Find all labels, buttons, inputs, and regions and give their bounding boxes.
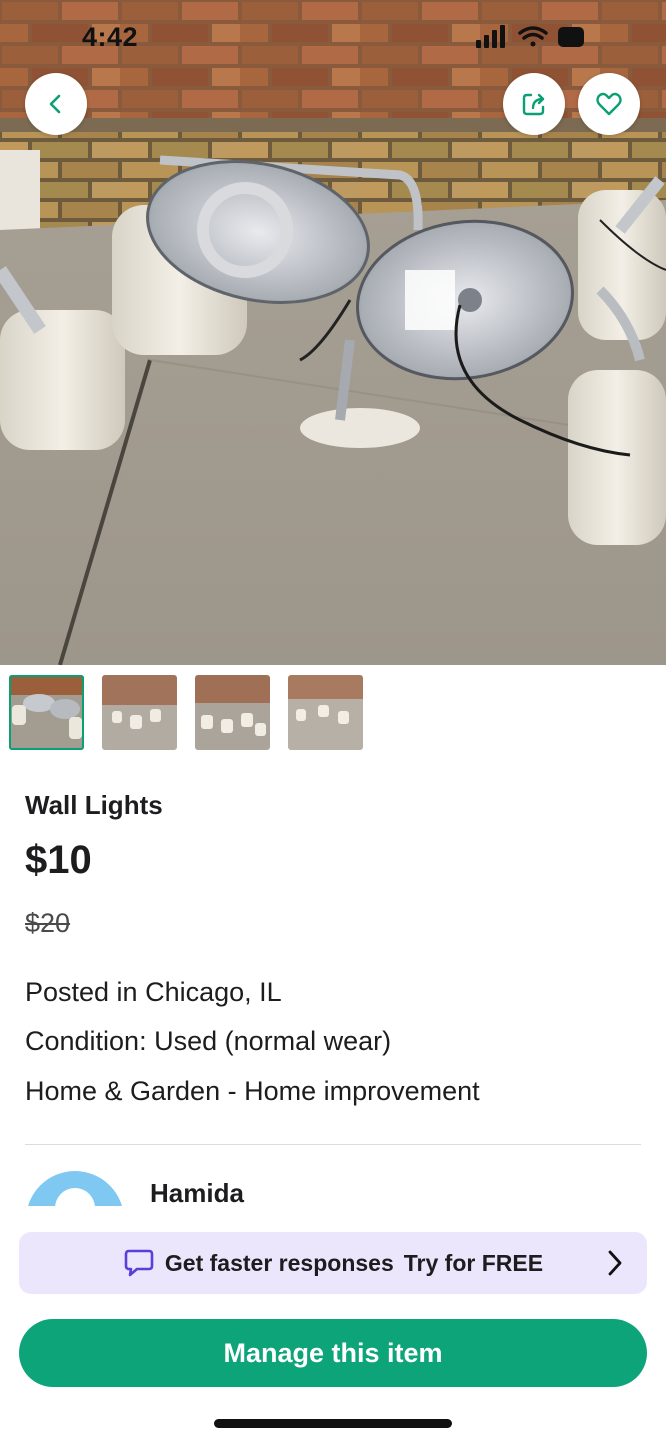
back-button[interactable]: [25, 73, 87, 135]
thumbnail-3[interactable]: [195, 675, 270, 750]
seller-avatar[interactable]: [26, 1170, 124, 1206]
share-icon: [522, 93, 545, 116]
thumbnail-2[interactable]: [102, 675, 177, 750]
section-divider: [25, 1144, 641, 1145]
promo-label: Get faster responses: [164, 1249, 394, 1276]
promo-cta[interactable]: Try for FREE: [404, 1250, 543, 1277]
chat-bubble-icon: [124, 1249, 154, 1277]
listing-condition: Condition: Used (normal wear): [25, 1026, 392, 1056]
wifi-icon: [518, 26, 548, 47]
signal-icon: [476, 25, 505, 48]
thumbnail-4[interactable]: [288, 675, 363, 750]
status-bar: 4:42: [0, 0, 666, 80]
manage-item-button[interactable]: Manage this item: [19, 1319, 647, 1387]
chevron-left-icon: [49, 94, 61, 114]
listing-price: $10: [25, 838, 92, 882]
status-time: 4:42: [82, 22, 139, 52]
original-price: $20: [25, 908, 71, 938]
thumbnail-1[interactable]: [9, 675, 84, 750]
status-indicators: [476, 25, 584, 48]
heart-icon: [596, 92, 622, 116]
listing-location[interactable]: Posted in Chicago, IL: [25, 977, 282, 1008]
seller-name[interactable]: Hamida: [150, 1178, 244, 1209]
chevron-right-icon: [608, 1250, 622, 1276]
thumbnail-strip: [9, 675, 363, 750]
listing-title: Wall Lights: [25, 790, 163, 820]
battery-icon: [558, 27, 584, 47]
favorite-button[interactable]: [578, 73, 640, 135]
listing-photo[interactable]: [0, 0, 666, 665]
listing-category[interactable]: Home & Garden - Home improvement: [25, 1076, 480, 1107]
home-indicator[interactable]: [214, 1419, 452, 1428]
promo-banner[interactable]: Get faster responses Try for FREE: [19, 1232, 647, 1294]
share-button[interactable]: [503, 73, 565, 135]
